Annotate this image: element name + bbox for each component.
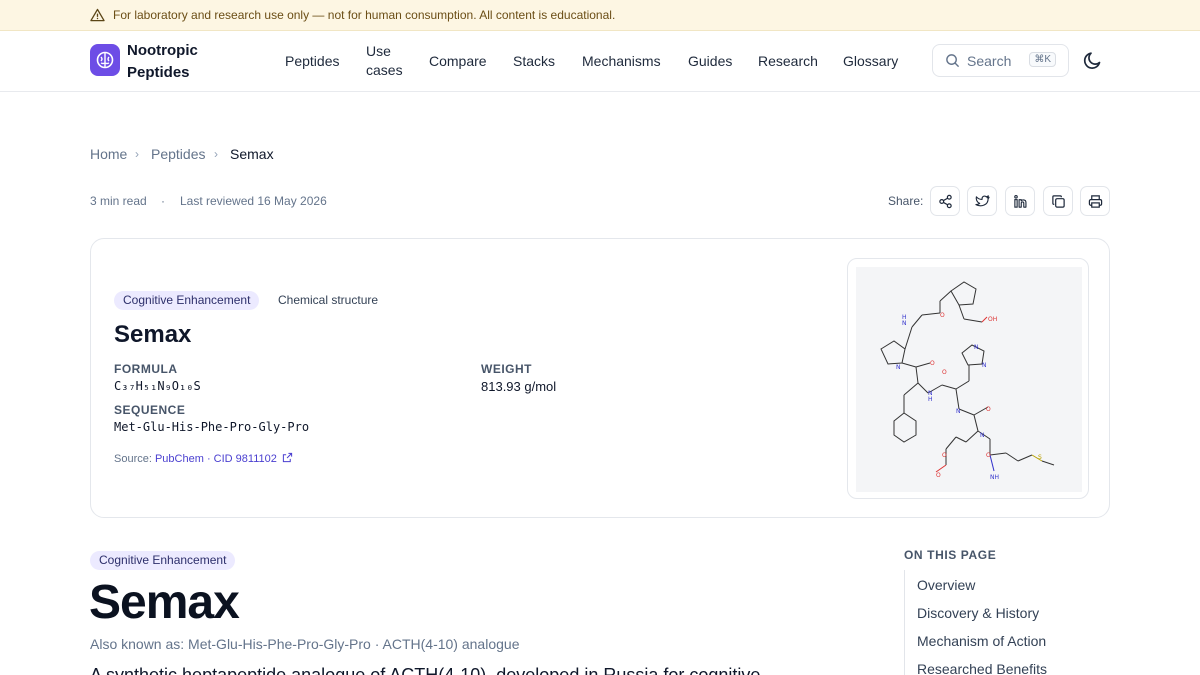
- toc-divider: [904, 570, 905, 675]
- brand-name[interactable]: Nootropic Peptides: [127, 40, 198, 84]
- search-label: Search: [967, 52, 1012, 69]
- svg-text:O: O: [930, 360, 935, 367]
- compound-card: Cognitive Enhancement Chemical structure…: [90, 238, 1110, 518]
- svg-text:N: N: [896, 364, 901, 371]
- warning-triangle-icon: [90, 8, 105, 22]
- svg-text:O: O: [986, 406, 991, 413]
- svg-text:O: O: [936, 472, 941, 479]
- source-line: Source: PubChem · CID 9811102: [114, 452, 293, 465]
- nav-glossary[interactable]: Glossary: [843, 52, 898, 71]
- brain-logo-icon[interactable]: [90, 44, 120, 76]
- nav-guides[interactable]: Guides: [688, 52, 732, 71]
- svg-text:NH: NH: [990, 474, 999, 481]
- nav-research[interactable]: Research: [758, 52, 818, 71]
- svg-text:H: H: [928, 396, 933, 403]
- chevron-right-icon: ›: [214, 147, 218, 161]
- also-known-as: Also known as: Met-Glu-His-Phe-Pro-Gly-P…: [90, 636, 520, 652]
- breadcrumb-peptides[interactable]: Peptides: [151, 146, 205, 162]
- svg-text:O: O: [940, 312, 945, 319]
- brand-line-2: Peptides: [127, 64, 190, 81]
- brand-line-1: Nootropic: [127, 42, 198, 59]
- linkedin-icon: [1013, 194, 1026, 208]
- search-shortcut: ⌘K: [1029, 52, 1056, 67]
- share-linkedin-button[interactable]: [1005, 186, 1035, 216]
- article-category-badge[interactable]: Cognitive Enhancement: [90, 551, 236, 570]
- toc-item-mechanism[interactable]: Mechanism of Action: [917, 633, 1046, 649]
- toc-item-overview[interactable]: Overview: [917, 577, 975, 593]
- nav-stacks[interactable]: Stacks: [513, 52, 555, 71]
- share-label: Share:: [888, 194, 924, 208]
- svg-text:O: O: [942, 452, 947, 459]
- svg-text:N: N: [980, 432, 985, 439]
- weight-label: WEIGHT: [481, 362, 532, 376]
- svg-text:N: N: [982, 362, 987, 369]
- banner-text: For laboratory and research use only — n…: [113, 8, 616, 22]
- sequence-label: SEQUENCE: [114, 403, 186, 417]
- svg-text:OH: OH: [988, 316, 997, 323]
- formula-label: FORMULA: [114, 362, 178, 376]
- meta-separator: ·: [161, 194, 165, 208]
- twitter-icon: [974, 194, 990, 206]
- moon-icon: [1083, 52, 1101, 69]
- print-icon: [1088, 194, 1102, 208]
- copy-link-button[interactable]: [1043, 186, 1073, 216]
- search-icon: [946, 54, 960, 68]
- article-title: Semax: [89, 576, 240, 629]
- svg-text:O: O: [942, 369, 947, 376]
- print-button[interactable]: [1080, 186, 1110, 216]
- nav-mechanisms[interactable]: Mechanisms: [582, 52, 661, 71]
- read-time: 3 min read: [90, 194, 147, 208]
- nav-compare[interactable]: Compare: [429, 52, 487, 71]
- chemical-structure-image[interactable]: HN O OH ON NH ON NN ON OO OS NH: [856, 267, 1082, 492]
- share-icon: [938, 194, 952, 208]
- nav-peptides[interactable]: Peptides: [285, 52, 339, 71]
- disclaimer-banner: For laboratory and research use only — n…: [0, 0, 1200, 31]
- toc-heading: ON THIS PAGE: [904, 548, 997, 562]
- article-lead: A synthetic heptapeptide analogue of ACT…: [90, 665, 761, 675]
- chevron-right-icon: ›: [135, 147, 139, 161]
- site-header: Nootropic Peptides Peptides Use cases Co…: [0, 31, 1200, 92]
- svg-text:N: N: [974, 344, 979, 351]
- nav-use-cases-line1[interactable]: Use: [366, 42, 391, 61]
- external-link-icon[interactable]: [282, 452, 293, 463]
- nav-use-cases-line2[interactable]: cases: [366, 61, 403, 80]
- svg-text:O: O: [986, 452, 991, 459]
- svg-text:N: N: [902, 320, 907, 327]
- copy-icon: [1051, 194, 1065, 208]
- svg-text:N: N: [956, 408, 961, 415]
- search-button[interactable]: Search ⌘K: [932, 44, 1069, 77]
- formula-value: C₃₇H₅₁N₉O₁₀S: [114, 379, 201, 393]
- category-badge[interactable]: Cognitive Enhancement: [114, 291, 260, 310]
- sequence-value: Met-Glu-His-Phe-Pro-Gly-Pro: [114, 420, 310, 434]
- svg-text:S: S: [1038, 454, 1042, 461]
- theme-toggle-button[interactable]: [1082, 49, 1104, 71]
- toc-item-benefits[interactable]: Researched Benefits: [917, 661, 1047, 675]
- breadcrumb-current: Semax: [230, 146, 274, 162]
- share-button[interactable]: [930, 186, 960, 216]
- structure-image-frame: HN O OH ON NH ON NN ON OO OS NH: [847, 258, 1089, 499]
- structure-tag: Chemical structure: [278, 293, 379, 307]
- last-reviewed: Last reviewed 16 May 2026: [180, 194, 327, 208]
- compound-title: Semax: [114, 321, 192, 348]
- breadcrumb-home[interactable]: Home: [90, 146, 127, 162]
- share-twitter-button[interactable]: [967, 186, 997, 216]
- source-prefix: Source:: [114, 453, 155, 465]
- toc-item-discovery[interactable]: Discovery & History: [917, 605, 1039, 621]
- pubchem-link[interactable]: PubChem · CID 9811102: [155, 453, 277, 465]
- weight-value: 813.93 g/mol: [481, 379, 557, 394]
